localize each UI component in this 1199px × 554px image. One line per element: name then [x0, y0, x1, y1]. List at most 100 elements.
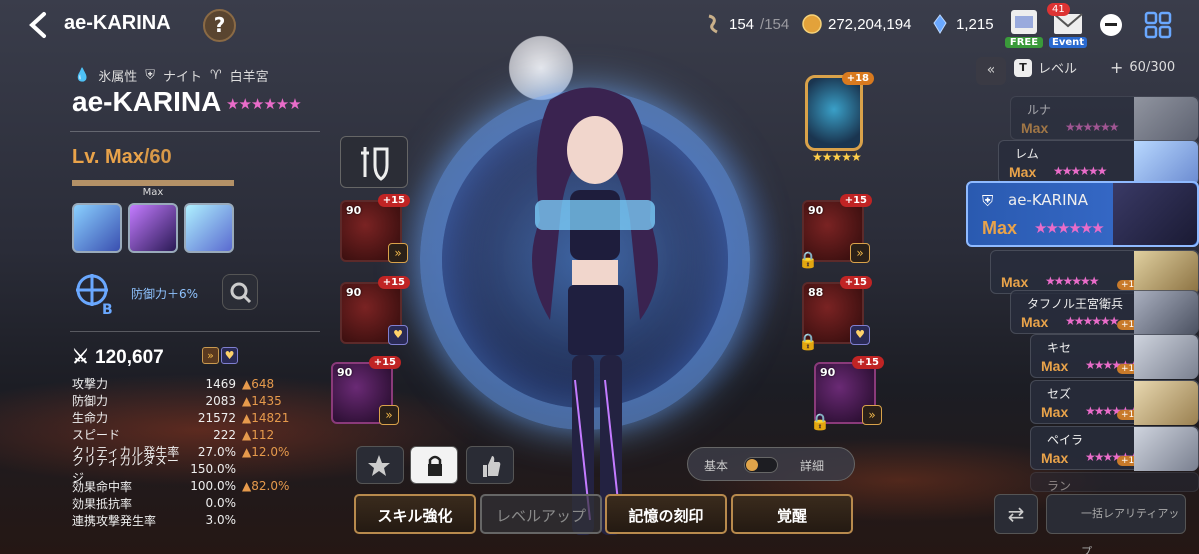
- back-arrow-icon[interactable]: [24, 10, 54, 40]
- card-stars: ★★★★★★: [1045, 274, 1100, 288]
- roster-card[interactable]: ペイラ Max ★★★★★★ +12: [1030, 426, 1199, 471]
- class-label: ナイト: [162, 70, 202, 85]
- armor-slot[interactable]: 90 +15 »: [331, 356, 401, 425]
- stat-value: 0.0%: [205, 496, 237, 511]
- card-level: Max: [1001, 274, 1029, 290]
- zodiac-label: 白羊宮: [229, 70, 269, 85]
- stat-name: スピード: [72, 428, 121, 443]
- upgrade-arrow-icon: »: [379, 405, 399, 425]
- toggle-basic-label: 基本: [704, 459, 729, 473]
- awaken-button[interactable]: 覚醒: [731, 494, 853, 534]
- skill-3-icon[interactable]: [184, 203, 234, 253]
- character-name: ae-KARINA: [72, 86, 222, 117]
- slot-level: 90: [820, 366, 836, 379]
- swap-button[interactable]: ⇄: [994, 494, 1038, 534]
- stat-name: 効果命中率: [72, 479, 133, 494]
- roster-card[interactable]: キセ Max ★★★★★★ +10: [1030, 334, 1199, 379]
- slot-plus: +15: [839, 194, 872, 207]
- thumbs-up-icon: [483, 456, 501, 477]
- event-count-badge: 41: [1047, 3, 1070, 16]
- combat-power-value: 120,607: [95, 346, 164, 368]
- zoom-button[interactable]: [222, 274, 258, 310]
- roster-card[interactable]: Max ★★★★★★ +11: [990, 250, 1199, 295]
- defense-buff-icon[interactable]: B: [72, 270, 118, 316]
- level-up-button[interactable]: レベルアップ: [480, 494, 602, 534]
- boots-slot[interactable]: 90 +15 🔒 »: [810, 356, 884, 431]
- collapse-roster-button[interactable]: «: [976, 57, 1006, 85]
- shop-icon: [1011, 10, 1037, 34]
- divider: [70, 331, 320, 332]
- lock-icon: 🔒: [810, 412, 830, 431]
- level-max: /60: [143, 146, 172, 168]
- card-name: キセ: [1047, 341, 1072, 355]
- slot-level: 90: [337, 366, 353, 379]
- slot-level: 90: [346, 286, 362, 299]
- upgrade-arrow-icon: »: [862, 405, 882, 425]
- heart-badge-icon: ♥: [221, 347, 238, 364]
- menu-grid-icon[interactable]: [1144, 11, 1172, 39]
- event-label: Event: [1049, 37, 1087, 48]
- card-level: Max: [982, 218, 1018, 238]
- roster-card[interactable]: ラン: [1030, 472, 1199, 493]
- bulk-rarity-up-button[interactable]: 一括レアリティアップ: [1046, 494, 1186, 554]
- slot-plus: +15: [368, 356, 401, 369]
- roster-count[interactable]: + 60/300: [1110, 58, 1175, 77]
- help-button[interactable]: ?: [203, 9, 236, 42]
- skill-2-icon[interactable]: [128, 203, 178, 253]
- arrow-badge-icon: »: [202, 347, 219, 364]
- memory-imprint-button[interactable]: 記憶の刻印: [605, 494, 727, 534]
- avatar: [1134, 141, 1198, 185]
- level-bar-label: Max: [142, 187, 164, 198]
- stamina-value: 154: [729, 15, 755, 33]
- roster-card[interactable]: ルナ Max ★★★★★★: [1010, 96, 1199, 141]
- roster-card-selected[interactable]: ⛨ ae-KARINA Max ★★★★★★: [966, 181, 1199, 247]
- artifact-slot[interactable]: +18: [805, 72, 874, 151]
- necklace-slot[interactable]: 90 +15 🔒 »: [798, 194, 872, 269]
- roster-card[interactable]: タフノル王宮衛兵 Max ★★★★★★ +12: [1010, 290, 1199, 335]
- stat-row: 防御力 2083 ▲1435: [72, 392, 316, 409]
- favorite-tab[interactable]: [356, 446, 404, 484]
- card-name: タフノル王宮衛兵: [1027, 297, 1124, 311]
- ring-slot[interactable]: 88 +15 🔒 ♥: [798, 276, 872, 351]
- skill-enhance-button[interactable]: スキル強化: [354, 494, 476, 534]
- upgrade-arrow-icon: »: [388, 243, 408, 263]
- card-level: Max: [1041, 404, 1069, 420]
- crystal-icon: [933, 14, 947, 34]
- heart-icon: ♥: [850, 325, 870, 345]
- stat-value: 150.0%: [190, 462, 236, 477]
- lock-icon: [428, 455, 442, 476]
- stat-row: 効果抵抗率 0.0%: [72, 495, 316, 512]
- upgrade-arrow-icon: »: [850, 243, 870, 263]
- helmet-slot[interactable]: 90 +15 ♥: [340, 276, 410, 345]
- swords-icon: ⚔: [72, 347, 90, 368]
- stat-value: 2083: [205, 393, 236, 408]
- stamina-max: /154: [760, 15, 790, 33]
- stamina-icon: [708, 14, 718, 34]
- free-shop-button[interactable]: FREE: [1005, 6, 1043, 48]
- roster-card[interactable]: レム Max ★★★★★★: [998, 140, 1199, 185]
- view-toggle[interactable]: 基本 詳細: [687, 447, 855, 481]
- stat-name: 連携攻撃発生率: [72, 513, 157, 528]
- stat-bonus: ▲12.0%: [242, 444, 290, 459]
- skill-1-icon[interactable]: [72, 203, 122, 253]
- chat-icon[interactable]: [1098, 12, 1124, 38]
- artifact-stars: ★★★★★: [812, 150, 862, 164]
- stat-bonus: ▲112: [242, 427, 275, 442]
- roster-card[interactable]: セズ Max ★★★★★★ +12: [1030, 380, 1199, 425]
- like-tab[interactable]: [466, 446, 514, 484]
- stat-row: スピード 222 ▲112: [72, 426, 316, 443]
- card-level: Max: [1021, 314, 1049, 330]
- stat-row: 連携攻撃発生率 3.0%: [72, 512, 316, 529]
- toggle-switch[interactable]: [744, 457, 778, 473]
- lock-tab[interactable]: [410, 446, 458, 484]
- toggle-detail-label: 詳細: [799, 459, 824, 473]
- sort-selector[interactable]: T レベル: [1014, 58, 1077, 77]
- stat-row: 攻撃力 1469 ▲648: [72, 375, 316, 392]
- slot-plus: +15: [851, 356, 884, 369]
- weapon-slot[interactable]: 90 +15 »: [340, 194, 410, 263]
- stat-name: 防御力: [72, 394, 109, 409]
- combat-power: ⚔ 120,607: [72, 346, 164, 369]
- character-stars: ★★★★★★: [226, 95, 302, 113]
- gold-value: 272,204,194: [828, 15, 912, 33]
- class-filter-button[interactable]: [340, 136, 408, 188]
